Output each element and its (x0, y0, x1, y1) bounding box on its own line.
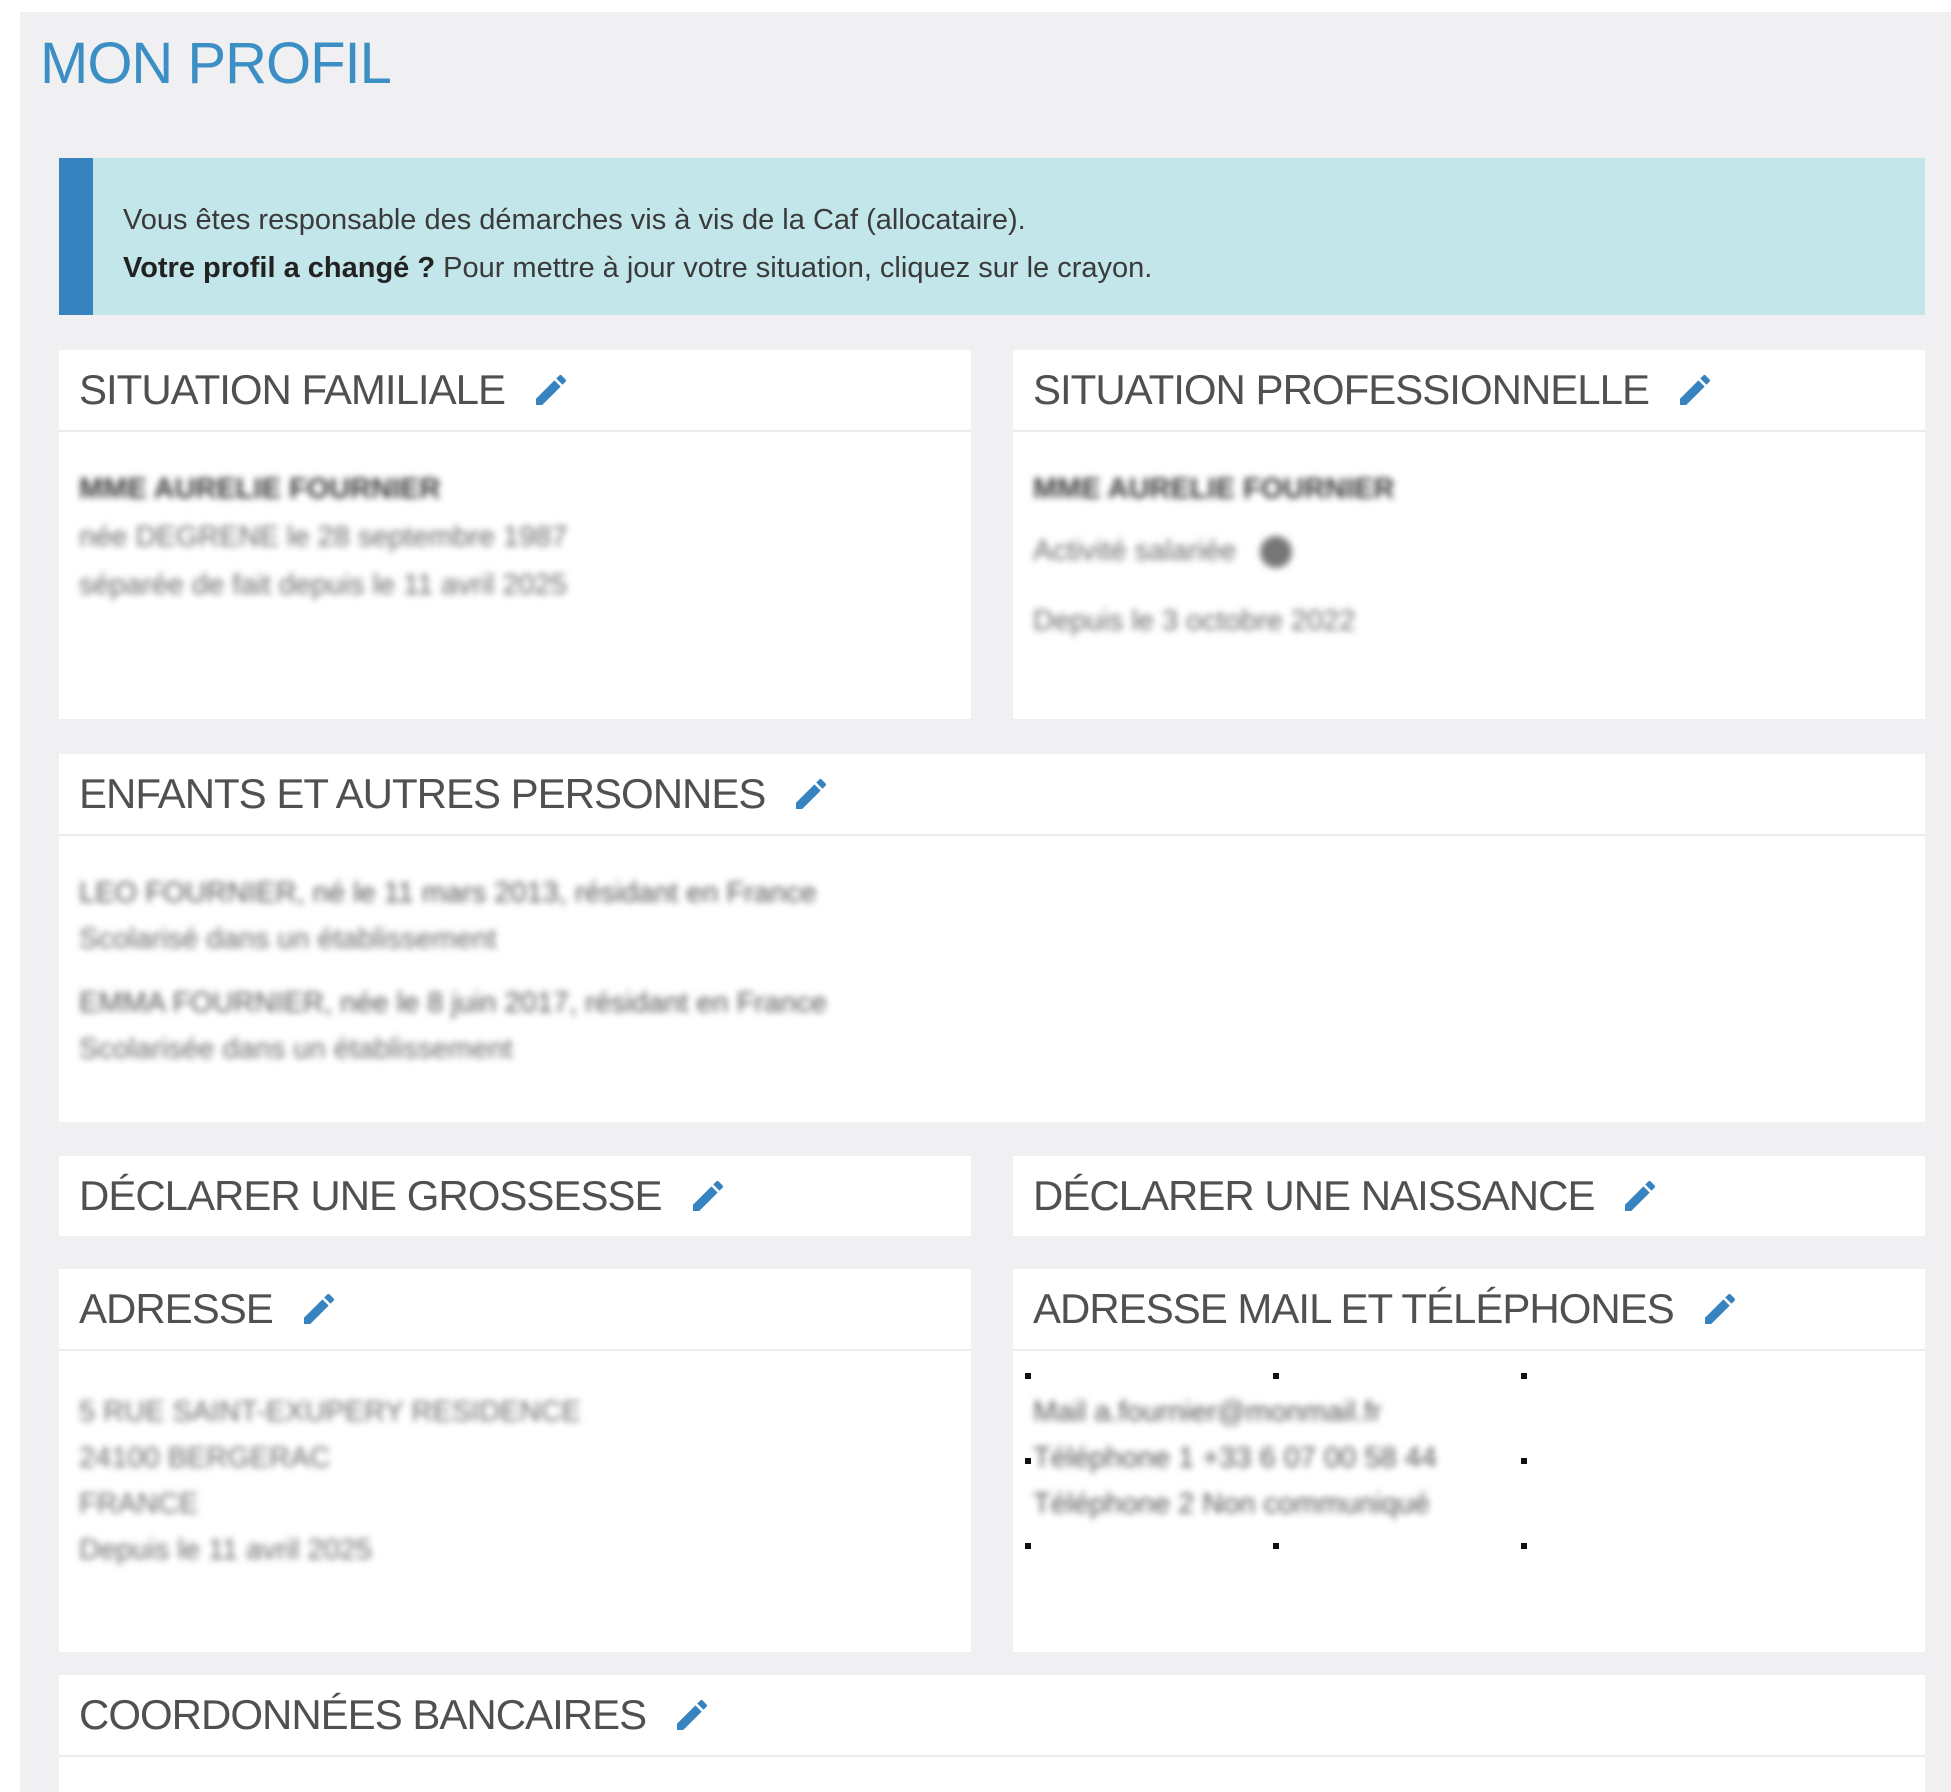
card-situation-familiale: SITUATION FAMILIALE MME AURELIE FOURNIER… (59, 350, 971, 719)
profile-page: MON PROFIL Vous êtes responsable des dém… (20, 12, 1951, 1792)
card-declarer-grossesse: DÉCLARER UNE GROSSESSE (59, 1156, 971, 1236)
card-declarer-naissance: DÉCLARER UNE NAISSANCE (1013, 1156, 1925, 1236)
pencil-icon[interactable] (1675, 370, 1715, 410)
info-line-2: Votre profil a changé ? Pour mettre à jo… (123, 252, 1152, 285)
pencil-icon[interactable] (299, 1289, 339, 1329)
page-title: MON PROFIL (40, 31, 392, 96)
pro-line-3: Depuis le 3 octobre 2022 (1033, 605, 1356, 637)
selection-handle[interactable] (1273, 1543, 1279, 1549)
card-title: SITUATION PROFESSIONNELLE (1033, 366, 1650, 413)
card-enfants: ENFANTS ET AUTRES PERSONNES LEO FOURNIER… (59, 754, 1925, 1122)
pencil-icon[interactable] (531, 370, 571, 410)
selection-handle[interactable] (1521, 1373, 1527, 1379)
card-situation-professionnelle: SITUATION PROFESSIONNELLE MME AURELIE FO… (1013, 350, 1925, 719)
pencil-icon[interactable] (688, 1176, 728, 1216)
card-title: COORDONNÉES BANCAIRES (79, 1691, 647, 1738)
selection-handle[interactable] (1521, 1543, 1527, 1549)
card-adresse: ADRESSE 5 RUE SAINT-EXUPERY RESIDENCE 24… (59, 1269, 971, 1652)
selection-handle[interactable] (1273, 1373, 1279, 1379)
child-2-line-1: EMMA FOURNIER, née le 8 juin 2017, résid… (79, 987, 827, 1019)
pro-line-2: Activité salariée (1033, 534, 1293, 569)
child-2-line-2: Scolarisée dans un établissement (79, 1033, 513, 1065)
info-line-1: Vous êtes responsable des démarches vis … (123, 204, 1026, 236)
addr-line-1: 5 RUE SAINT-EXUPERY RESIDENCE (79, 1396, 581, 1428)
selection-handle[interactable] (1025, 1373, 1031, 1379)
card-header: SITUATION PROFESSIONNELLE (1013, 350, 1925, 432)
card-coordonnees-bancaires: COORDONNÉES BANCAIRES (59, 1675, 1925, 1792)
card-header: ADRESSE (59, 1269, 971, 1351)
info-line-2-bold: Votre profil a changé ? (123, 252, 436, 284)
card-title: SITUATION FAMILIALE (79, 366, 506, 413)
salary-icon (1260, 536, 1293, 569)
selection-handle[interactable] (1025, 1458, 1031, 1464)
card-header: SITUATION FAMILIALE (59, 350, 971, 432)
card-header: COORDONNÉES BANCAIRES (59, 1675, 1925, 1757)
addr-line-2: 24100 BERGERAC (79, 1442, 331, 1474)
fam-line-3: séparée de fait depuis le 11 avril 2025 (79, 569, 567, 601)
selection-handle[interactable] (1025, 1543, 1031, 1549)
card-header: ADRESSE MAIL ET TÉLÉPHONES (1013, 1269, 1925, 1351)
card-title: ADRESSE (79, 1285, 274, 1332)
card-header: ENFANTS ET AUTRES PERSONNES (59, 754, 1925, 836)
card-title: DÉCLARER UNE GROSSESSE (79, 1172, 662, 1219)
pencil-icon[interactable] (672, 1695, 712, 1735)
pencil-icon[interactable] (791, 774, 831, 814)
card-header: DÉCLARER UNE GROSSESSE (59, 1156, 971, 1236)
card-mail-telephones: ADRESSE MAIL ET TÉLÉPHONES Mail a.fourni… (1013, 1269, 1925, 1652)
card-title: DÉCLARER UNE NAISSANCE (1033, 1172, 1595, 1219)
child-1-line-2: Scolarisé dans un établissement (79, 923, 497, 955)
pro-line-1: MME AURELIE FOURNIER (1033, 473, 1395, 505)
fam-line-2: née DEGRENE le 28 septembre 1987 (79, 521, 568, 553)
fam-line-1: MME AURELIE FOURNIER (79, 473, 441, 505)
pencil-icon[interactable] (1620, 1176, 1660, 1216)
card-header: DÉCLARER UNE NAISSANCE (1013, 1156, 1925, 1236)
contact-line-phone-1: Téléphone 1 +33 6 07 00 58 44 (1033, 1442, 1437, 1474)
selection-handle[interactable] (1521, 1458, 1527, 1464)
info-banner: Vous êtes responsable des démarches vis … (59, 158, 1925, 315)
pro-activity: Activité salariée (1033, 535, 1237, 567)
child-1-line-1: LEO FOURNIER, né le 11 mars 2013, résida… (79, 877, 817, 909)
addr-line-3: FRANCE (79, 1488, 199, 1520)
contact-line-phone-2: Téléphone 2 Non communiqué (1033, 1488, 1430, 1520)
pencil-icon[interactable] (1700, 1289, 1740, 1329)
addr-line-4: Depuis le 11 avril 2025 (79, 1534, 372, 1566)
card-title: ADRESSE MAIL ET TÉLÉPHONES (1033, 1285, 1675, 1332)
card-title: ENFANTS ET AUTRES PERSONNES (79, 770, 766, 817)
info-line-2-rest: Pour mettre à jour votre situation, cliq… (435, 252, 1153, 284)
contact-line-mail: Mail a.fournier@monmail.fr (1033, 1396, 1382, 1428)
